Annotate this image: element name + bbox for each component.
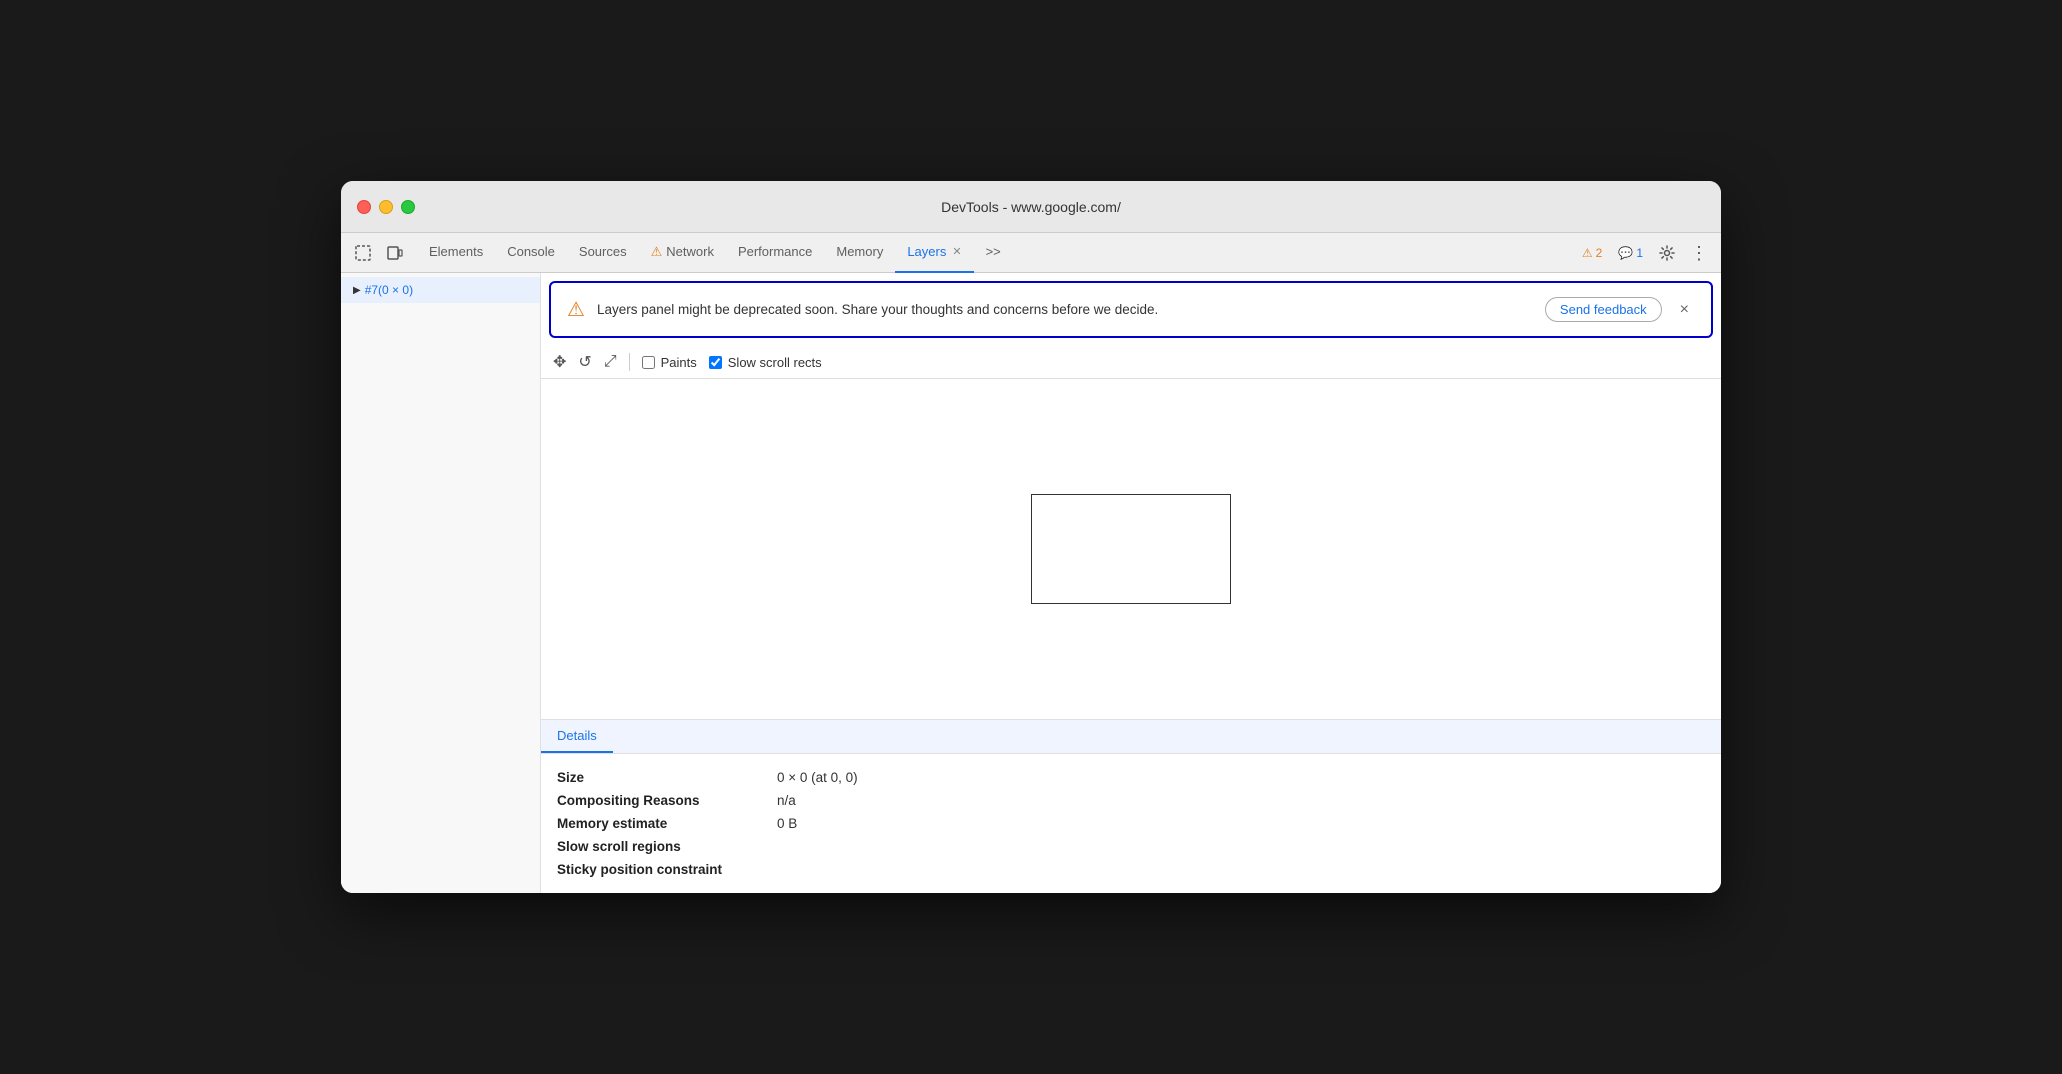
tab-icons [349,239,409,267]
paints-checkbox-label[interactable]: Paints [642,355,697,370]
details-table: Size 0 × 0 (at 0, 0) Compositing Reasons… [541,754,1721,893]
slow-scroll-checkbox[interactable] [709,356,722,369]
message-icon: 💬 [1618,246,1633,260]
toolbar-separator [629,353,630,371]
details-tab[interactable]: Details [541,720,613,753]
titlebar: DevTools - www.google.com/ [341,181,1721,233]
banner-close-button[interactable]: × [1674,299,1695,321]
tab-sources[interactable]: Sources [567,233,639,273]
selector-icon[interactable] [349,239,377,267]
details-section: Details [541,720,1721,754]
tab-performance[interactable]: Performance [726,233,824,273]
table-row: Sticky position constraint [557,858,1705,881]
devtools-content: ▶ #7(0 × 0) ⚠ Layers panel might be depr… [341,273,1721,893]
table-row: Compositing Reasons n/a [557,789,1705,812]
table-row: Size 0 × 0 (at 0, 0) [557,766,1705,789]
sidebar-item-layer1[interactable]: ▶ #7(0 × 0) [341,277,540,303]
message-badge[interactable]: 💬 1 [1612,244,1649,262]
tabs-right: ⚠ 2 💬 1 ⋮ [1576,239,1713,267]
main-panel: ⚠ Layers panel might be deprecated soon.… [541,273,1721,893]
table-row: Memory estimate 0 B [557,812,1705,835]
banner-text: Layers panel might be deprecated soon. S… [597,302,1533,317]
tabs-bar: Elements Console Sources ⚠ Network Perfo… [341,233,1721,273]
table-row: Slow scroll regions [557,835,1705,858]
tab-network[interactable]: ⚠ Network [639,233,726,273]
tab-layers[interactable]: Layers ✕ [895,233,973,273]
sidebar: ▶ #7(0 × 0) [341,273,541,893]
deprecation-banner: ⚠ Layers panel might be deprecated soon.… [549,281,1713,338]
tab-elements[interactable]: Elements [417,233,495,273]
close-button[interactable] [357,200,371,214]
more-options-icon[interactable]: ⋮ [1685,239,1713,267]
devtools-body: Elements Console Sources ⚠ Network Perfo… [341,233,1721,893]
traffic-lights [357,200,415,214]
layer-view [541,379,1721,720]
send-feedback-button[interactable]: Send feedback [1545,297,1662,322]
layers-toolbar: ✥ ↺ ⤢ Paints Slow scroll rects [541,346,1721,379]
devtools-window: DevTools - www.google.com/ Ele [341,181,1721,893]
move-icon[interactable]: ✥ [553,352,566,372]
rotate-icon[interactable]: ↺ [578,352,591,372]
warning-icon: ⚠ [1582,246,1593,260]
warning-badge[interactable]: ⚠ 2 [1576,244,1608,262]
layer-rect [1031,494,1231,604]
settings-icon[interactable] [1653,239,1681,267]
slow-scroll-checkbox-label[interactable]: Slow scroll rects [709,355,822,370]
tab-overflow[interactable]: >> [974,233,1013,273]
banner-warning-icon: ⚠ [567,297,585,322]
layers-tab-close[interactable]: ✕ [952,245,961,258]
tab-console[interactable]: Console [495,233,567,273]
minimize-button[interactable] [379,200,393,214]
resize-icon[interactable]: ⤢ [604,353,617,371]
maximize-button[interactable] [401,200,415,214]
tab-memory[interactable]: Memory [824,233,895,273]
device-icon[interactable] [381,239,409,267]
paints-checkbox[interactable] [642,356,655,369]
network-warning-icon: ⚠ [651,244,663,260]
window-title: DevTools - www.google.com/ [941,199,1121,215]
sidebar-arrow: ▶ [353,285,361,296]
